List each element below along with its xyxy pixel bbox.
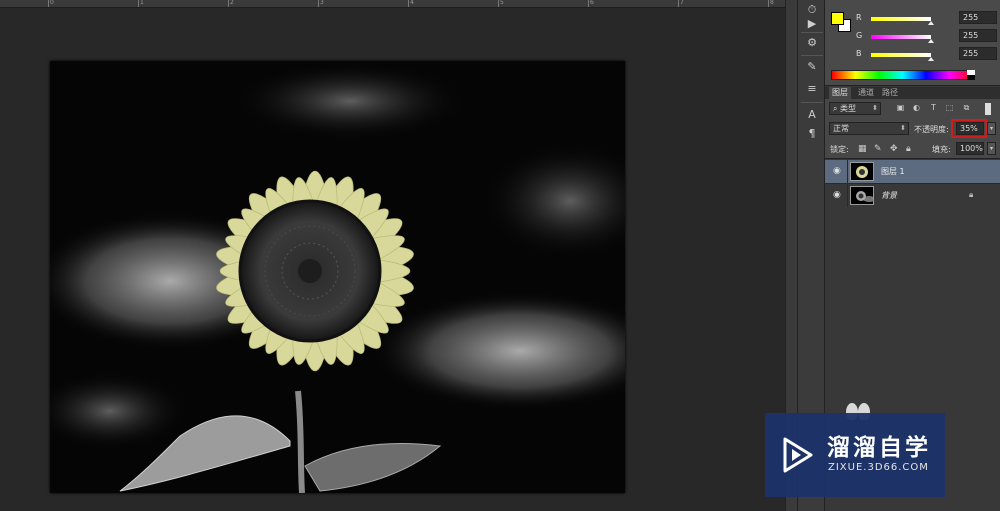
layer-thumbnail bbox=[850, 186, 874, 205]
document-image[interactable] bbox=[50, 61, 625, 493]
lock-all-icon[interactable]: 🔒︎ bbox=[906, 144, 911, 154]
blue-slider-track[interactable] bbox=[871, 53, 931, 57]
blend-mode-value: 正常 bbox=[833, 124, 849, 133]
lock-image-icon[interactable]: ✎ bbox=[874, 144, 882, 154]
canvas-area[interactable] bbox=[0, 8, 785, 511]
ruler-number: 7 bbox=[680, 0, 684, 6]
red-value-field[interactable]: 255 bbox=[959, 11, 997, 24]
adjustment-filter-icon[interactable]: ◐ bbox=[912, 103, 921, 113]
eye-icon[interactable]: ◉ bbox=[833, 166, 841, 176]
filter-toggle-switch[interactable] bbox=[985, 103, 991, 115]
blue-value-field[interactable]: 255 bbox=[959, 47, 997, 60]
chevron-down-icon: ⬍ bbox=[900, 124, 906, 132]
ruler-number: 0 bbox=[50, 0, 54, 6]
ruler-number: 8 bbox=[770, 0, 774, 6]
green-slider-thumb[interactable] bbox=[928, 39, 934, 43]
sunflower-image bbox=[50, 61, 625, 493]
layer-thumbnail bbox=[850, 162, 874, 181]
layer-name[interactable]: 背景 bbox=[881, 190, 897, 201]
green-label: G bbox=[856, 31, 863, 40]
ruler-number: 1 bbox=[140, 0, 144, 6]
layers-panel-tabs: 图层 通道 路径 bbox=[825, 87, 1000, 99]
ruler-number: 5 bbox=[500, 0, 504, 6]
fill-input[interactable]: 100% bbox=[956, 142, 984, 155]
fill-label: 填充: bbox=[932, 145, 951, 154]
lock-row: 锁定: ▦ ✎ ✥ 🔒︎ 填充: 100% ▾ bbox=[825, 139, 1000, 159]
tab-paths[interactable]: 路径 bbox=[879, 87, 901, 99]
blue-slider-thumb[interactable] bbox=[928, 57, 934, 61]
history-icon[interactable]: ⏱ bbox=[804, 3, 820, 17]
lock-position-icon[interactable]: ✥ bbox=[890, 144, 898, 154]
layer-name[interactable]: 图层 1 bbox=[881, 166, 905, 177]
watermark-url: ZIXUE.3D66.COM bbox=[828, 462, 929, 473]
layers-filter-bar: ⌕ 类型 ⬍ ▣ ◐ T ⬚ ⧉ bbox=[825, 99, 1000, 119]
layer-row-background[interactable]: ◉ 背景 🔒︎ bbox=[825, 184, 1000, 208]
play-logo-icon bbox=[783, 437, 813, 473]
tab-layers[interactable]: 图层 bbox=[829, 87, 851, 99]
green-value-field[interactable]: 255 bbox=[959, 29, 997, 42]
properties-icon[interactable]: ⚙ bbox=[804, 36, 820, 50]
character-icon[interactable]: A bbox=[804, 108, 820, 122]
watermark-title: 溜溜自学 bbox=[827, 435, 931, 461]
ruler-number: 3 bbox=[320, 0, 324, 6]
red-slider-thumb[interactable] bbox=[928, 21, 934, 25]
blend-row: 正常 ⬍ 不透明度: 35% ▾ bbox=[825, 119, 1000, 139]
blue-slider-row: B 255 bbox=[856, 47, 997, 61]
foreground-color-swatch[interactable] bbox=[831, 12, 844, 25]
filter-kind-value: 类型 bbox=[840, 104, 857, 113]
watermark-banner: 溜溜自学 ZIXUE.3D66.COM bbox=[765, 413, 945, 497]
shape-filter-icon[interactable]: ⬚ bbox=[945, 103, 954, 113]
red-label: R bbox=[856, 13, 862, 22]
opacity-label: 不透明度: bbox=[914, 125, 949, 134]
photoshop-window: 0 1 2 3 4 5 6 7 8 ⏱ ▶ ⚙ ✎ ≡ A ¶ R 255 G … bbox=[0, 0, 1000, 511]
color-spectrum[interactable] bbox=[831, 70, 974, 80]
opacity-highlight-box bbox=[951, 119, 987, 138]
eye-icon[interactable]: ◉ bbox=[833, 190, 841, 200]
chevron-down-icon: ⬍ bbox=[872, 104, 878, 112]
pixel-filter-icon[interactable]: ▣ bbox=[896, 103, 905, 113]
red-slider-track[interactable] bbox=[871, 17, 931, 21]
fill-dropdown-button[interactable]: ▾ bbox=[987, 142, 996, 155]
smart-object-filter-icon[interactable]: ⧉ bbox=[962, 103, 971, 113]
brush-presets-icon[interactable]: ≡ bbox=[804, 82, 820, 96]
actions-icon[interactable]: ▶ bbox=[804, 17, 820, 31]
search-icon: ⌕ bbox=[833, 104, 841, 113]
ruler-number: 6 bbox=[590, 0, 594, 6]
tab-channels[interactable]: 通道 bbox=[855, 87, 877, 99]
ruler-number: 4 bbox=[410, 0, 414, 6]
layer-row-layer1[interactable]: ◉ 图层 1 bbox=[825, 160, 1000, 184]
brush-icon[interactable]: ✎ bbox=[804, 60, 820, 74]
green-slider-track[interactable] bbox=[871, 35, 931, 39]
lock-icon: 🔒︎ bbox=[969, 190, 974, 199]
horizontal-ruler: 0 1 2 3 4 5 6 7 8 bbox=[0, 0, 785, 8]
green-slider-row: G 255 bbox=[856, 29, 997, 43]
type-filter-icon[interactable]: T bbox=[929, 103, 938, 113]
blue-label: B bbox=[856, 49, 862, 58]
red-slider-row: R 255 bbox=[856, 11, 997, 25]
filter-kind-select[interactable]: ⌕ 类型 ⬍ bbox=[829, 102, 881, 115]
lock-transparent-icon[interactable]: ▦ bbox=[858, 144, 867, 154]
black-white-swatch[interactable] bbox=[967, 70, 975, 80]
paragraph-icon[interactable]: ¶ bbox=[804, 127, 820, 141]
opacity-dropdown-button[interactable]: ▾ bbox=[987, 122, 996, 135]
color-panel: R 255 G 255 B 255 bbox=[825, 0, 1000, 86]
ruler-number: 2 bbox=[230, 0, 234, 6]
blend-mode-select[interactable]: 正常 ⬍ bbox=[829, 122, 909, 135]
lock-label: 锁定: bbox=[830, 145, 849, 154]
